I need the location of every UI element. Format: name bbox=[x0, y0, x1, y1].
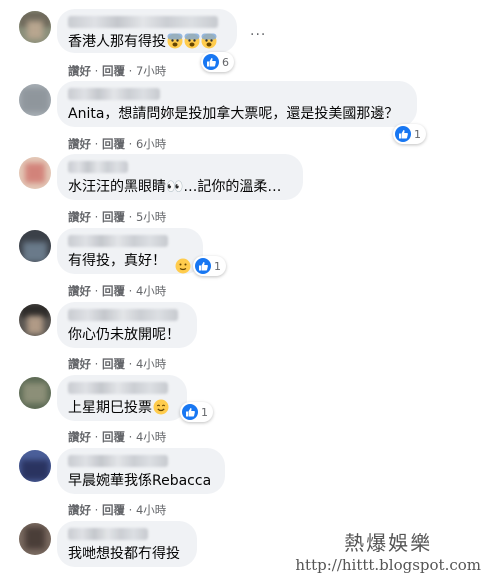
reaction-summary[interactable]: 6 bbox=[201, 52, 234, 72]
commenter-name[interactable] bbox=[68, 235, 168, 247]
reply-link[interactable]: 回覆 bbox=[102, 430, 125, 444]
reaction-summary[interactable]: 1 bbox=[393, 124, 426, 144]
more-options-icon[interactable]: ··· bbox=[250, 27, 266, 43]
like-link[interactable]: 讚好 bbox=[68, 284, 91, 298]
reply-link[interactable]: 回覆 bbox=[102, 503, 125, 517]
timestamp[interactable]: 5小時 bbox=[136, 210, 166, 224]
reaction-summary[interactable]: 1 bbox=[180, 402, 213, 422]
timestamp[interactable]: 4小時 bbox=[136, 284, 166, 298]
comment-text: 香港人那有得投 bbox=[68, 33, 225, 51]
comment-actions: 讚好 · 回覆 · 5小時 bbox=[68, 210, 167, 224]
comment-text: Anita，想請問妳是投加拿大票呢，還是投美國那邊？ bbox=[68, 106, 399, 122]
avatar[interactable] bbox=[19, 523, 51, 555]
avatar[interactable] bbox=[19, 450, 51, 482]
like-icon bbox=[203, 54, 219, 70]
commenter-name[interactable] bbox=[68, 309, 178, 321]
watermark: 熱爆娛樂 http://hittt.blogspot.com bbox=[295, 527, 481, 574]
watermark-url: http://hittt.blogspot.com bbox=[295, 556, 481, 574]
commenter-name[interactable] bbox=[68, 528, 148, 540]
comment-bubble: 水汪汪的黑眼睛👀…記你的溫柔… bbox=[57, 154, 303, 200]
timestamp[interactable]: 4小時 bbox=[136, 503, 166, 517]
timestamp[interactable]: 4小時 bbox=[136, 430, 166, 444]
reaction-count: 1 bbox=[214, 259, 221, 273]
watermark-title: 熱爆娛樂 bbox=[344, 531, 433, 555]
avatar[interactable] bbox=[19, 84, 51, 116]
comment-actions: 讚好 · 回覆 · 4小時 bbox=[68, 357, 167, 371]
reaction-count: 6 bbox=[222, 55, 229, 69]
avatar[interactable] bbox=[19, 157, 51, 189]
like-link[interactable]: 讚好 bbox=[68, 357, 91, 371]
avatar[interactable] bbox=[19, 304, 51, 336]
avatar[interactable] bbox=[19, 11, 51, 43]
commenter-name[interactable] bbox=[68, 161, 128, 173]
comment-bubble: 早晨婉華我係Rebacca bbox=[57, 448, 225, 494]
comment-actions: 讚好 · 回覆 · 6小時 bbox=[68, 137, 167, 151]
reaction-count: 1 bbox=[414, 127, 421, 141]
reply-link[interactable]: 回覆 bbox=[102, 284, 125, 298]
fearful-face-emoji bbox=[184, 33, 200, 49]
reply-link[interactable]: 回覆 bbox=[102, 210, 125, 224]
commenter-name[interactable] bbox=[68, 455, 168, 467]
reply-link[interactable]: 回覆 bbox=[102, 64, 125, 78]
comment-text: 你心仍未放開呢！ bbox=[68, 327, 180, 343]
comment-actions: 讚好 · 回覆 · 4小時 bbox=[68, 284, 167, 298]
comment-bubble: 你心仍未放開呢！ bbox=[57, 302, 197, 348]
like-link[interactable]: 讚好 bbox=[68, 503, 91, 517]
timestamp[interactable]: 4小時 bbox=[136, 357, 166, 371]
reaction-summary[interactable]: 1 bbox=[193, 256, 226, 276]
comment-text: 我哋想投都冇得投 bbox=[68, 546, 180, 562]
comment-text: 水汪汪的黑眼睛👀…記你的溫柔… bbox=[68, 179, 282, 195]
timestamp[interactable]: 6小時 bbox=[136, 137, 166, 151]
like-icon bbox=[395, 126, 411, 142]
avatar[interactable] bbox=[19, 377, 51, 409]
reaction-count: 1 bbox=[201, 405, 208, 419]
comment-actions: 讚好 · 回覆 · 4小時 bbox=[68, 430, 167, 444]
comment-bubble: Anita，想請問妳是投加拿大票呢，還是投美國那邊？ bbox=[57, 81, 417, 127]
smiling-face-emoji bbox=[175, 258, 191, 274]
like-link[interactable]: 讚好 bbox=[68, 430, 91, 444]
smiling-face-emoji bbox=[153, 399, 169, 415]
comment-bubble: 香港人那有得投 bbox=[57, 9, 237, 53]
timestamp[interactable]: 7小時 bbox=[136, 64, 166, 78]
commenter-name[interactable] bbox=[68, 16, 218, 28]
comment-text: 早晨婉華我係Rebacca bbox=[68, 473, 212, 489]
comment-actions: 讚好 · 回覆 · 7小時 bbox=[68, 64, 167, 78]
like-icon bbox=[195, 258, 211, 274]
comment-bubble: 上星期巳投票 bbox=[57, 375, 187, 421]
like-link[interactable]: 讚好 bbox=[68, 64, 91, 78]
like-link[interactable]: 讚好 bbox=[68, 210, 91, 224]
like-link[interactable]: 讚好 bbox=[68, 137, 91, 151]
reply-link[interactable]: 回覆 bbox=[102, 137, 125, 151]
comment-text: 上星期巳投票 bbox=[68, 399, 175, 417]
fearful-face-emoji bbox=[167, 33, 183, 49]
comment-bubble: 我哋想投都冇得投 bbox=[57, 521, 197, 567]
reply-link[interactable]: 回覆 bbox=[102, 357, 125, 371]
commenter-name[interactable] bbox=[68, 382, 168, 394]
like-icon bbox=[182, 404, 198, 420]
fearful-face-emoji bbox=[201, 33, 217, 49]
avatar[interactable] bbox=[19, 230, 51, 262]
comment-actions: 讚好 · 回覆 · 4小時 bbox=[68, 503, 167, 517]
commenter-name[interactable] bbox=[68, 88, 160, 100]
comment-text: 有得投，真好！ bbox=[68, 253, 166, 269]
